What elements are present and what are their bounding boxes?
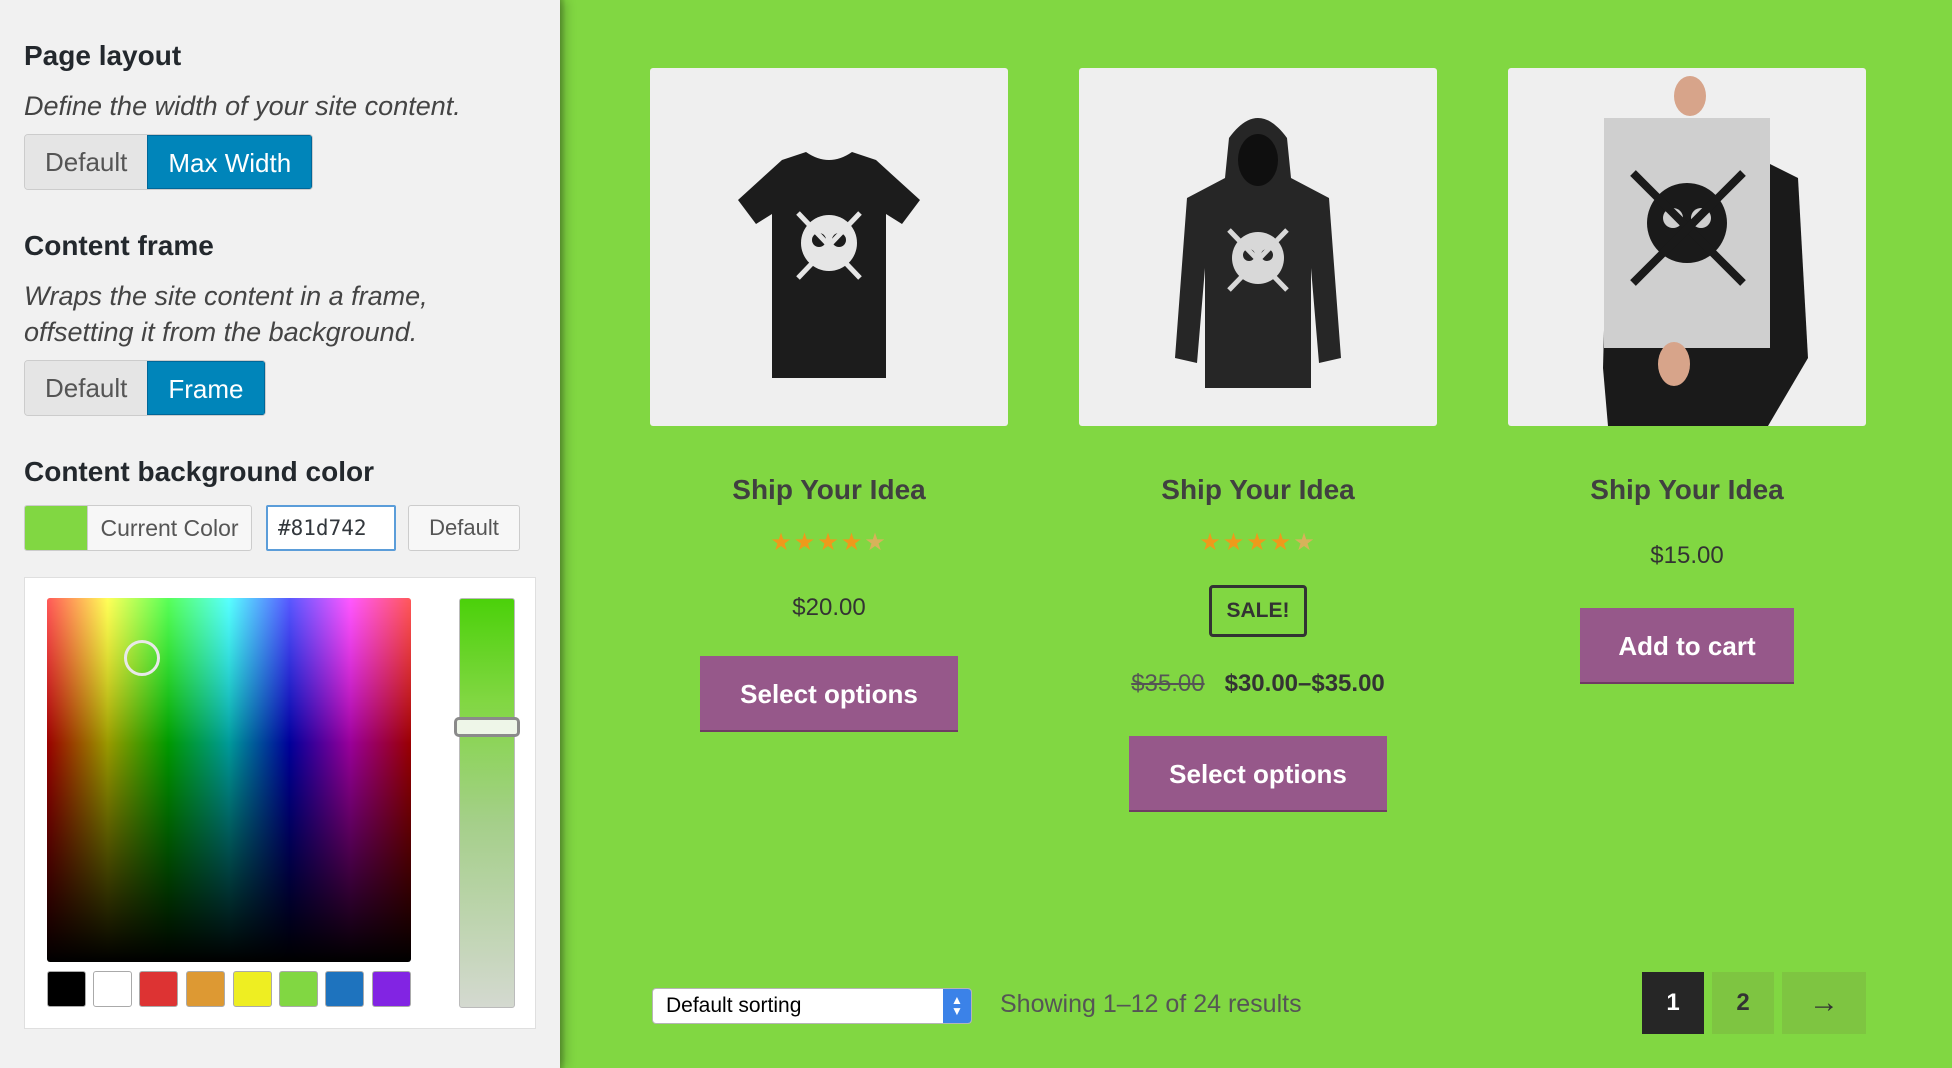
current-price: $30.00–$35.00 bbox=[1224, 670, 1385, 697]
content-bg-title: Content background color bbox=[24, 456, 374, 487]
hoodie-image bbox=[1175, 118, 1341, 388]
content-frame-toggle: Default Frame bbox=[24, 360, 266, 416]
palette-swatch-orange[interactable] bbox=[186, 971, 225, 1007]
product-image[interactable] bbox=[650, 68, 1008, 426]
half-star-icon: ★ bbox=[1293, 529, 1317, 556]
page-layout-toggle: Default Max Width bbox=[24, 134, 314, 190]
palette-swatch-purple[interactable] bbox=[372, 971, 411, 1007]
palette-swatch-blue[interactable] bbox=[325, 971, 364, 1007]
page-layout-max-width-option[interactable]: Max Width bbox=[147, 135, 313, 189]
result-count: Showing 1–12 of 24 results bbox=[1000, 990, 1302, 1018]
page-layout-default-option[interactable]: Default bbox=[25, 135, 148, 189]
product-title[interactable]: Ship Your Idea bbox=[650, 474, 1008, 506]
current-color-label: Current Color bbox=[100, 515, 239, 541]
lightness-slider-handle[interactable] bbox=[454, 717, 520, 737]
color-picker-handle[interactable] bbox=[124, 640, 160, 676]
lightness-slider[interactable] bbox=[454, 598, 520, 1008]
pagination-page-1[interactable]: 1 bbox=[1642, 972, 1704, 1034]
current-color-swatch bbox=[25, 506, 88, 550]
hex-color-input[interactable] bbox=[266, 505, 396, 551]
product-price: $15.00 bbox=[1650, 542, 1724, 569]
shop-content: Ship Your Idea ★★★★★ $20.00 Select optio… bbox=[566, 0, 1952, 1068]
select-options-button[interactable]: Select options bbox=[700, 656, 958, 732]
default-color-button[interactable]: Default bbox=[408, 505, 520, 551]
palette-swatch-red[interactable] bbox=[139, 971, 178, 1007]
old-price: $35.00 bbox=[1131, 670, 1205, 697]
select-options-button[interactable]: Select options bbox=[1129, 736, 1387, 812]
pagination-page-2[interactable]: 2 bbox=[1712, 972, 1774, 1034]
current-color-button[interactable]: Current Color bbox=[24, 505, 252, 551]
pagination-next-arrow-icon[interactable]: → bbox=[1782, 972, 1866, 1034]
sale-badge: SALE! bbox=[1209, 585, 1307, 637]
page-layout-title: Page layout bbox=[24, 40, 182, 71]
poster-image bbox=[1603, 76, 1808, 426]
palette-swatch-yellow[interactable] bbox=[233, 971, 272, 1007]
sorting-select[interactable]: Default sorting ▲ ▼ bbox=[652, 988, 972, 1024]
saturation-highlight bbox=[47, 598, 411, 962]
product-price: $20.00 bbox=[792, 594, 866, 621]
product-price-range: $35.00 $30.00–$35.00 bbox=[1079, 670, 1437, 698]
star-rating: ★★★★★ bbox=[1079, 528, 1437, 557]
content-frame-title: Content frame bbox=[24, 230, 214, 261]
select-arrows-icon: ▲ ▼ bbox=[943, 989, 971, 1023]
color-picker-panel bbox=[24, 577, 536, 1029]
page-layout-description: Define the width of your site content. bbox=[24, 91, 461, 121]
content-frame-default-option[interactable]: Default bbox=[25, 361, 148, 415]
add-to-cart-button[interactable]: Add to cart bbox=[1580, 608, 1794, 684]
half-star-icon: ★ bbox=[864, 529, 888, 556]
content-frame-description-line2: offsetting it from the background. bbox=[24, 317, 418, 347]
palette-swatch-black[interactable] bbox=[47, 971, 86, 1007]
content-frame-frame-option[interactable]: Frame bbox=[147, 361, 265, 415]
sorting-selected-label: Default sorting bbox=[666, 994, 802, 1017]
product-image[interactable] bbox=[1508, 68, 1866, 426]
palette-swatch-green[interactable] bbox=[279, 971, 318, 1007]
rating-stars: ★★★★ bbox=[1199, 529, 1294, 556]
product-image[interactable] bbox=[1079, 68, 1437, 426]
content-frame-description-line1: Wraps the site content in a frame, bbox=[24, 281, 428, 311]
color-saturation-square[interactable] bbox=[47, 598, 411, 962]
rating-stars: ★★★★ bbox=[770, 529, 865, 556]
customizer-sidebar: Page layout Define the width of your sit… bbox=[0, 0, 566, 1068]
palette-swatch-white[interactable] bbox=[93, 971, 132, 1007]
product-title[interactable]: Ship Your Idea bbox=[1079, 474, 1437, 506]
product-title[interactable]: Ship Your Idea bbox=[1508, 474, 1866, 506]
star-rating: ★★★★★ bbox=[650, 528, 1008, 557]
tshirt-image bbox=[738, 152, 920, 378]
